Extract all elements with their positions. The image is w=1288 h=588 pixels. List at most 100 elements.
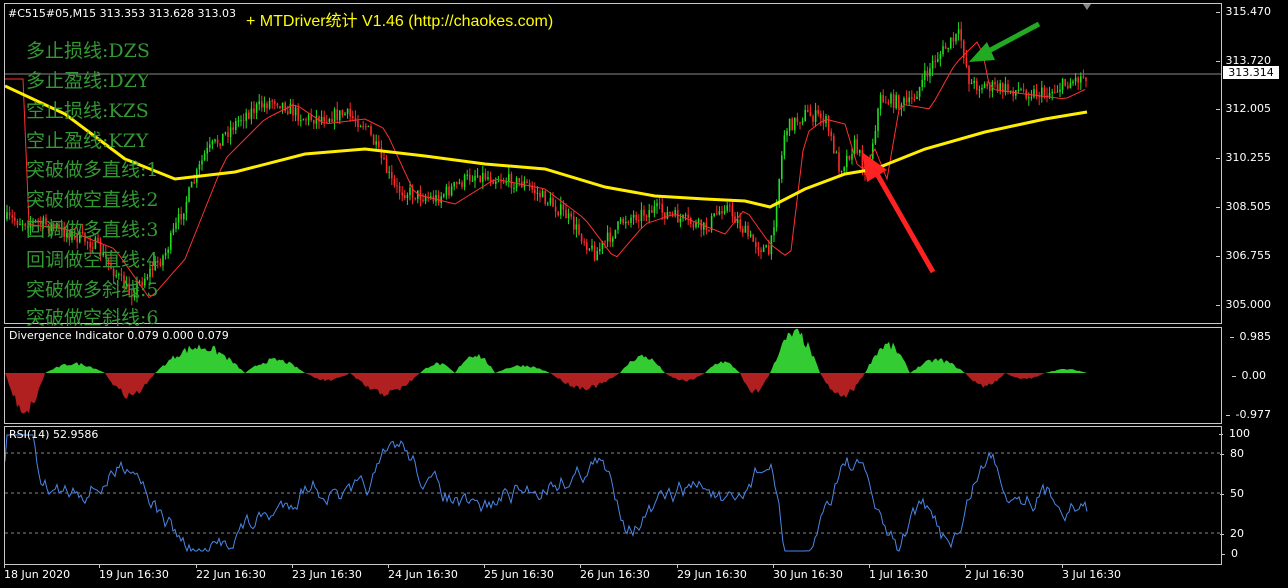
candle-body bbox=[653, 206, 656, 213]
candle-body bbox=[424, 197, 427, 202]
candle-body bbox=[409, 188, 411, 196]
candle-body bbox=[978, 89, 981, 91]
candle-body bbox=[14, 217, 16, 221]
rsi-indicator-panel[interactable] bbox=[4, 426, 1222, 565]
candle-body bbox=[284, 102, 286, 112]
candle-body bbox=[645, 215, 648, 218]
candle-body bbox=[378, 141, 380, 148]
candle-body bbox=[817, 110, 819, 114]
legend-item: 回调做空直线:4 bbox=[26, 249, 159, 271]
candle-body bbox=[666, 212, 669, 219]
current-price-marker: 313.314 bbox=[1223, 66, 1279, 79]
candle-body bbox=[297, 107, 299, 121]
candle-body bbox=[372, 134, 375, 145]
candle-body bbox=[1061, 78, 1064, 90]
candle-body bbox=[180, 214, 182, 220]
histogram-positive-area bbox=[495, 364, 550, 373]
candle-body bbox=[383, 158, 385, 160]
expert-advisor-title: + MTDriver统计 V1.46 (http://chaokes.com) bbox=[246, 13, 554, 30]
candle-body bbox=[266, 103, 268, 109]
chart-collapse-icon[interactable] bbox=[1083, 4, 1091, 10]
candle-body bbox=[627, 221, 630, 223]
candle-body bbox=[562, 204, 565, 210]
candle-body bbox=[981, 88, 983, 90]
candle-body bbox=[307, 115, 310, 121]
candle-body bbox=[336, 109, 338, 121]
candle-body bbox=[846, 155, 848, 168]
candle-body bbox=[461, 182, 463, 187]
candle-body bbox=[287, 111, 289, 114]
candle-body bbox=[495, 181, 497, 184]
candle-body bbox=[1038, 96, 1040, 98]
candle-body bbox=[6, 212, 8, 219]
candle-body bbox=[625, 221, 627, 224]
time-tick: 26 Jun 16:30 bbox=[580, 564, 650, 581]
histogram-positive-area bbox=[155, 344, 245, 373]
candle-body bbox=[599, 248, 601, 252]
candle-body bbox=[1059, 89, 1061, 92]
candle-body bbox=[365, 126, 367, 128]
histogram-negative-area bbox=[665, 373, 705, 382]
candle-body bbox=[224, 132, 227, 134]
candle-body bbox=[183, 213, 185, 220]
candle-body bbox=[560, 204, 562, 216]
candle-body bbox=[263, 103, 266, 108]
candle-body bbox=[219, 143, 221, 146]
candle-body bbox=[739, 219, 741, 229]
histogram-negative-area bbox=[5, 373, 45, 414]
time-tick: 25 Jun 16:30 bbox=[484, 564, 554, 581]
candle-body bbox=[1054, 91, 1056, 93]
candle-body bbox=[669, 212, 671, 214]
candle-body bbox=[723, 210, 726, 214]
candle-body bbox=[635, 214, 637, 221]
candle-body bbox=[229, 127, 232, 137]
candle-body bbox=[591, 245, 593, 249]
candle-body bbox=[289, 103, 292, 114]
histogram-negative-area bbox=[305, 373, 350, 382]
candle-body bbox=[934, 60, 936, 62]
candle-body bbox=[916, 96, 918, 100]
candle-body bbox=[359, 126, 362, 128]
candle-body bbox=[791, 118, 793, 131]
candle-body bbox=[209, 144, 211, 149]
candle-body bbox=[773, 227, 775, 236]
candle-body bbox=[781, 155, 783, 180]
candle-body bbox=[799, 122, 801, 124]
candle-body bbox=[926, 70, 929, 77]
candle-body bbox=[955, 33, 957, 42]
candle-body bbox=[370, 126, 372, 135]
candle-body bbox=[281, 102, 284, 109]
candle-body bbox=[942, 46, 944, 55]
candle-body bbox=[843, 167, 845, 172]
candle-body bbox=[827, 116, 830, 132]
time-tick: 30 Jun 16:30 bbox=[773, 564, 843, 581]
red-arrow-shaft bbox=[874, 172, 936, 274]
candle-body bbox=[924, 70, 926, 80]
candle-body bbox=[469, 174, 471, 181]
rsi-tick: 20 bbox=[1220, 527, 1244, 540]
candle-body bbox=[697, 219, 700, 223]
symbol-header: #C515#05,M15 313.353 313.628 313.03 bbox=[8, 7, 237, 20]
candle-body bbox=[271, 100, 273, 102]
candle-body bbox=[305, 119, 307, 121]
legend-item: 回调做多直线:3 bbox=[26, 219, 159, 241]
candle-body bbox=[856, 139, 858, 153]
price-tick: 312.005 bbox=[1215, 102, 1271, 115]
candle-body bbox=[401, 192, 403, 196]
candle-body bbox=[172, 228, 175, 233]
candle-body bbox=[404, 195, 406, 199]
candle-body bbox=[814, 110, 817, 122]
price-chart-canvas bbox=[5, 21, 1221, 306]
candle-body bbox=[755, 241, 757, 248]
candle-body bbox=[328, 119, 331, 122]
price-chart-panel[interactable] bbox=[4, 3, 1222, 324]
candle-body bbox=[809, 111, 812, 117]
candle-body bbox=[656, 203, 658, 207]
histogram-negative-area bbox=[105, 373, 155, 399]
candle-body bbox=[471, 180, 474, 182]
candle-body bbox=[393, 178, 396, 186]
candle-body bbox=[1051, 91, 1053, 94]
candle-body bbox=[331, 119, 333, 122]
candle-body bbox=[479, 175, 481, 182]
candle-body bbox=[175, 222, 177, 229]
